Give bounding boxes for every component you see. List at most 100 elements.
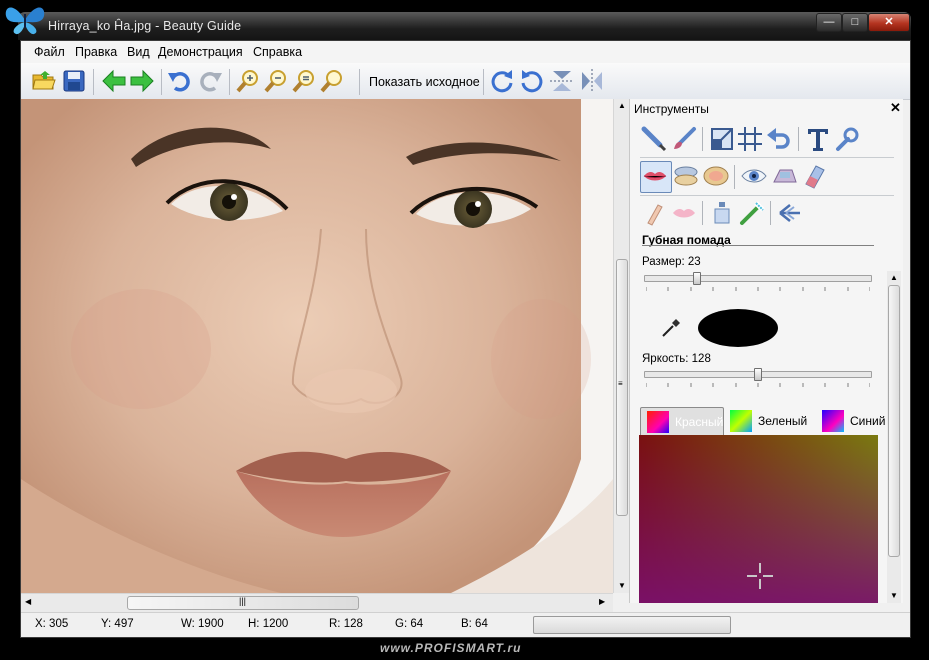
toolbar-separator (359, 69, 360, 95)
grid-icon[interactable] (736, 125, 764, 153)
eraser-icon[interactable] (800, 162, 828, 190)
brush-icon[interactable] (640, 125, 668, 153)
tool-separator (734, 165, 735, 189)
blush-icon[interactable] (702, 162, 730, 190)
canvas-vertical-scrollbar[interactable]: ▲ ≡ ▼ (613, 99, 630, 593)
close-button[interactable]: ✕ (868, 13, 910, 32)
tab-green[interactable]: Зеленый (730, 407, 812, 435)
tab-blue-label: Синий (850, 414, 886, 428)
tool-separator (798, 127, 799, 151)
hair-color-icon[interactable] (770, 162, 798, 190)
size-label: Размер: 23 (642, 256, 701, 268)
scroll-grip-icon: ≡ (618, 379, 623, 388)
panel-scroll-thumb[interactable] (888, 285, 900, 557)
tool-name-underline (642, 245, 874, 246)
tool-row-separator (640, 157, 894, 158)
status-y: Y: 497 (101, 618, 134, 630)
flip-vertical-icon[interactable] (549, 68, 575, 94)
open-icon[interactable] (31, 68, 57, 94)
scroll-grip-icon: ||| (239, 596, 247, 606)
scroll-left-arrow-icon[interactable]: ◀ (25, 597, 31, 606)
size-slider-ticks (646, 287, 870, 291)
tab-red-label: Красный (675, 415, 724, 429)
toolbar-separator (483, 69, 484, 95)
menu-file[interactable]: Файл (34, 45, 65, 59)
progress-bar (533, 616, 731, 634)
rotate-left-icon[interactable] (519, 68, 545, 94)
scroll-down-arrow-icon[interactable]: ▼ (618, 581, 626, 590)
redo-icon[interactable] (197, 68, 223, 94)
status-blue: B: 64 (461, 618, 488, 630)
toolbar-separator (161, 69, 162, 95)
blue-swatch (822, 410, 844, 432)
photo-canvas[interactable] (21, 99, 613, 593)
brush-preview (698, 309, 778, 347)
status-height: H: 1200 (248, 618, 289, 630)
watermark: www.PROFISMART.ru (380, 641, 522, 655)
menu-help[interactable]: Справка (253, 45, 302, 59)
panel-close-icon[interactable]: ✕ (890, 100, 901, 116)
menu-demo[interactable]: Демонстрация (158, 45, 243, 59)
status-red: R: 128 (329, 618, 363, 630)
menu-bar: Файл Правка Вид Демонстрация Справка (21, 41, 910, 63)
tab-green-label: Зеленый (758, 414, 808, 428)
bottle-icon[interactable] (708, 199, 736, 227)
canvas-horizontal-scrollbar[interactable]: ◀ ||| ▶ (21, 593, 613, 612)
status-bar: X: 305 Y: 497 W: 1900 H: 1200 R: 128 G: … (21, 612, 910, 637)
forward-arrow-icon[interactable] (129, 68, 155, 94)
color-gradient-field[interactable] (639, 435, 878, 603)
maximize-button[interactable]: □ (842, 13, 868, 32)
crop-icon[interactable] (708, 125, 736, 153)
scroll-up-arrow-icon[interactable]: ▲ (890, 273, 898, 282)
zoom-actual-icon[interactable] (319, 68, 345, 94)
app-window: Файл Правка Вид Демонстрация Справка Пок… (20, 40, 911, 638)
eye-icon[interactable] (740, 162, 768, 190)
scroll-down-arrow-icon[interactable]: ▼ (890, 591, 898, 600)
status-x: X: 305 (35, 618, 69, 630)
foundation-icon[interactable] (640, 199, 668, 227)
brightness-slider-thumb[interactable] (754, 368, 763, 381)
menu-view[interactable]: Вид (127, 45, 150, 59)
size-slider-thumb[interactable] (692, 272, 701, 285)
butterfly-logo-icon (5, 7, 45, 35)
panel-vertical-scrollbar[interactable]: ▲ ▼ (887, 271, 901, 603)
tool-separator (702, 127, 703, 151)
toothbrush-icon[interactable] (738, 199, 766, 227)
undo-icon[interactable] (167, 68, 193, 94)
zoom-fit-icon[interactable] (291, 68, 317, 94)
flip-horizontal-icon[interactable] (579, 68, 605, 94)
scroll-up-arrow-icon[interactable]: ▲ (618, 101, 626, 110)
zoom-out-icon[interactable] (263, 68, 289, 94)
toolbar: Показать исходное (21, 63, 910, 100)
toolbar-separator (229, 69, 230, 95)
tool-separator (770, 201, 771, 225)
wrench-icon[interactable] (832, 125, 860, 153)
back-arrow-icon[interactable] (101, 68, 127, 94)
eyeshadow-icon[interactable] (672, 162, 700, 190)
tool-row-separator (640, 195, 894, 196)
menu-edit[interactable]: Правка (75, 45, 117, 59)
tab-blue[interactable]: Синий (822, 407, 886, 435)
show-original-button[interactable]: Показать исходное (369, 75, 480, 89)
green-swatch (730, 410, 752, 432)
status-width: W: 1900 (181, 618, 224, 630)
status-green: G: 64 (395, 618, 424, 630)
arrow-left-icon[interactable] (776, 199, 804, 227)
size-slider-track[interactable] (644, 275, 872, 282)
zoom-in-icon[interactable] (235, 68, 261, 94)
tools-panel-title: Инструменты (634, 102, 709, 116)
scroll-right-arrow-icon[interactable]: ▶ (599, 597, 605, 606)
lipstick-icon[interactable] (641, 162, 669, 190)
red-swatch (647, 411, 669, 433)
tab-red[interactable]: Красный (640, 407, 724, 437)
tool-separator (702, 201, 703, 225)
save-icon[interactable] (61, 68, 87, 94)
retouch-brush-icon[interactable] (670, 125, 698, 153)
text-icon[interactable] (804, 125, 832, 153)
lips-gloss-icon[interactable] (670, 199, 698, 227)
rotate-right-icon[interactable] (489, 68, 515, 94)
undo-tool-icon[interactable] (764, 125, 792, 153)
brightness-slider-ticks (646, 383, 870, 387)
minimize-button[interactable]: — (816, 13, 842, 32)
eyedropper-icon[interactable] (660, 317, 682, 339)
